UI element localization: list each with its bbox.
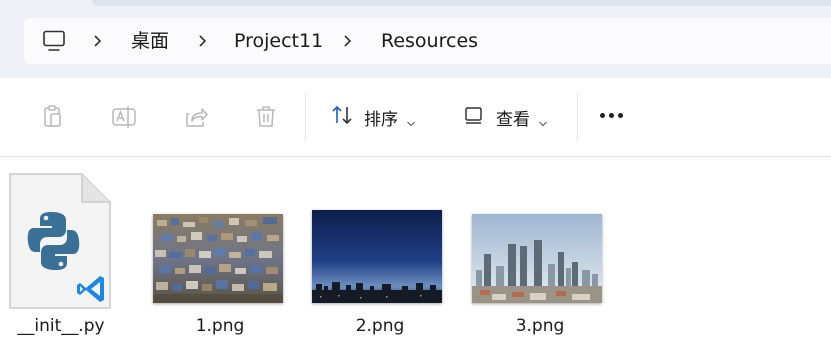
more-icon[interactable]	[600, 113, 623, 118]
file-item[interactable]: 3.png	[470, 158, 610, 364]
tab-strip-edge	[92, 0, 831, 6]
address-bar[interactable]: 桌面 Project11 Resources	[24, 18, 831, 64]
breadcrumb-item-desktop[interactable]: 桌面	[131, 30, 169, 52]
delete-icon[interactable]	[253, 104, 279, 130]
breadcrumb-item-resources[interactable]: Resources	[381, 30, 478, 52]
computer-icon[interactable]	[42, 30, 66, 52]
chevron-right-icon[interactable]	[342, 32, 354, 50]
toolbar-divider	[305, 94, 306, 140]
copy-icon[interactable]	[40, 104, 66, 130]
chevron-down-icon	[406, 113, 416, 127]
file-item[interactable]: __init__.py	[0, 158, 140, 364]
image-thumbnail	[472, 214, 602, 303]
file-name: 1.png	[195, 316, 245, 336]
breadcrumb-item-project[interactable]: Project11	[234, 30, 323, 52]
view-label: 查看	[496, 109, 530, 130]
chevron-down-icon	[538, 113, 548, 127]
image-thumbnail	[153, 214, 283, 303]
navigation-bar: 桌面 Project11 Resources	[0, 0, 831, 78]
file-name: __init__.py	[17, 316, 105, 336]
share-icon[interactable]	[183, 104, 209, 130]
image-thumbnail	[312, 210, 442, 303]
file-name: 2.png	[355, 316, 405, 336]
toolbar-divider	[577, 94, 578, 140]
file-name: 3.png	[515, 316, 565, 336]
file-item[interactable]: 2.png	[310, 158, 450, 364]
file-list: __init__.py 1.png 2.png 3.png	[0, 158, 831, 364]
sort-button[interactable]: 排序	[330, 102, 416, 132]
view-icon	[462, 103, 486, 131]
file-item[interactable]: 1.png	[150, 158, 290, 364]
chevron-right-icon[interactable]	[197, 32, 209, 50]
rename-icon[interactable]	[111, 104, 137, 130]
view-button[interactable]: 查看	[462, 102, 548, 132]
python-file-icon	[8, 172, 112, 314]
sort-label: 排序	[364, 109, 398, 130]
sort-icon	[330, 103, 354, 131]
chevron-right-icon[interactable]	[92, 32, 104, 50]
command-bar: 排序 查看	[0, 78, 831, 157]
